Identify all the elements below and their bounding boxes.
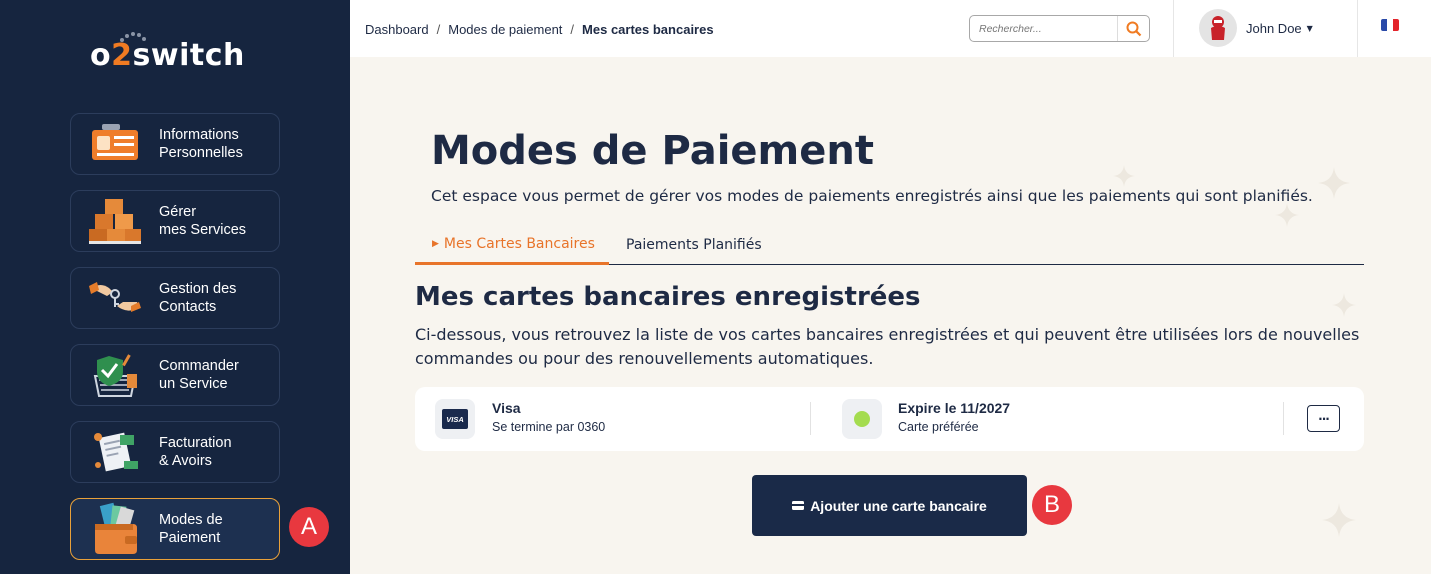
add-card-button[interactable]: Ajouter une carte bancaire bbox=[752, 475, 1027, 536]
sidebar: o2switch Informations Personnelles Gérer… bbox=[0, 0, 350, 574]
breadcrumb-separator: / bbox=[436, 22, 441, 37]
more-options-button[interactable]: ··· bbox=[1307, 405, 1340, 432]
search-input[interactable] bbox=[979, 22, 1119, 35]
card-number: Se termine par 0360 bbox=[492, 420, 606, 434]
sidebar-item-contacts[interactable]: Gestion des Contacts bbox=[70, 267, 280, 329]
saved-card-row: VISA Visa Se termine par 0360 Expire le … bbox=[415, 387, 1364, 451]
sidebar-item-label: Commander un Service bbox=[159, 358, 239, 392]
section-title: Mes cartes bancaires enregistrées bbox=[415, 282, 921, 312]
logo-dots-icon bbox=[120, 32, 146, 42]
card-brand-logo: VISA bbox=[435, 399, 475, 439]
chevron-down-icon: ▼ bbox=[1306, 23, 1313, 33]
search-icon[interactable] bbox=[1117, 16, 1149, 41]
user-menu[interactable]: John Doe ▼ bbox=[1199, 9, 1313, 47]
status-dot-icon bbox=[854, 411, 870, 427]
breadcrumb-dashboard[interactable]: Dashboard bbox=[365, 22, 429, 37]
page-subtitle: Cet espace vous permet de gérer vos mode… bbox=[431, 187, 1313, 205]
page-title: Modes de Paiement bbox=[431, 128, 874, 174]
handshake-keys-icon bbox=[83, 270, 147, 326]
sparkle-icon bbox=[1332, 293, 1356, 317]
section-description: Ci-dessous, vous retrouvez la liste de v… bbox=[415, 325, 1360, 368]
sparkle-icon bbox=[1318, 167, 1350, 199]
card-expiry: Expire le 11/2027 bbox=[898, 400, 1011, 416]
breadcrumb-current: Mes cartes bancaires bbox=[582, 22, 714, 37]
invoice-icon bbox=[83, 424, 147, 480]
id-card-icon bbox=[83, 116, 147, 172]
breadcrumb-modes[interactable]: Modes de paiement bbox=[448, 22, 562, 37]
sparkle-icon bbox=[1275, 203, 1299, 227]
fr-flag-icon[interactable] bbox=[1381, 19, 1399, 31]
shield-basket-icon bbox=[83, 347, 147, 403]
brand-logo[interactable]: o2switch bbox=[90, 38, 245, 73]
sidebar-item-label: Gestion des Contacts bbox=[159, 281, 237, 315]
annotation-badge-b: B bbox=[1032, 485, 1072, 525]
breadcrumb: Dashboard / Modes de paiement / Mes cartes b… bbox=[365, 22, 714, 37]
tab-paiements-planifies[interactable]: Paiements Planifiés bbox=[626, 226, 762, 264]
sidebar-item-label: Facturation & Avoirs bbox=[159, 435, 232, 469]
sidebar-item-facturation[interactable]: Facturation & Avoirs bbox=[70, 421, 280, 483]
annotation-badge-a: A bbox=[289, 507, 329, 547]
tabs: ▶ Mes Cartes Bancaires Paiements Planifié… bbox=[415, 226, 1364, 265]
visa-icon: VISA bbox=[442, 409, 468, 429]
tab-cartes-bancaires[interactable]: ▶ Mes Cartes Bancaires bbox=[415, 226, 609, 265]
card-brand: Visa bbox=[492, 400, 521, 416]
topbar-divider bbox=[1357, 0, 1358, 57]
credit-card-icon bbox=[792, 501, 805, 510]
breadcrumb-separator: / bbox=[570, 22, 575, 37]
sidebar-item-label: Informations Personnelles bbox=[159, 127, 243, 161]
sidebar-item-label: Gérer mes Services bbox=[159, 204, 247, 238]
wallet-icon bbox=[83, 501, 147, 557]
sidebar-item-label: Modes de Paiement bbox=[159, 512, 223, 546]
caret-right-icon: ▶ bbox=[432, 239, 439, 249]
sidebar-item-services[interactable]: Gérer mes Services bbox=[70, 190, 280, 252]
search-box bbox=[969, 15, 1150, 42]
add-card-label: Ajouter une carte bancaire bbox=[810, 497, 987, 514]
sidebar-item-informations[interactable]: Informations Personnelles bbox=[70, 113, 280, 175]
topbar-divider bbox=[1173, 0, 1174, 57]
boxes-icon bbox=[83, 193, 147, 249]
user-name: John Doe bbox=[1246, 20, 1302, 36]
status-indicator bbox=[842, 399, 882, 439]
avatar bbox=[1199, 9, 1237, 47]
card-divider bbox=[810, 402, 811, 435]
card-divider bbox=[1283, 402, 1284, 435]
topbar: Dashboard / Modes de paiement / Mes cartes b… bbox=[350, 0, 1431, 57]
card-status: Carte préférée bbox=[898, 420, 979, 434]
sidebar-item-paiement[interactable]: Modes de Paiement bbox=[70, 498, 280, 560]
sparkle-icon bbox=[1322, 503, 1356, 537]
sparkle-icon bbox=[1113, 165, 1135, 187]
sidebar-item-commander[interactable]: Commander un Service bbox=[70, 344, 280, 406]
